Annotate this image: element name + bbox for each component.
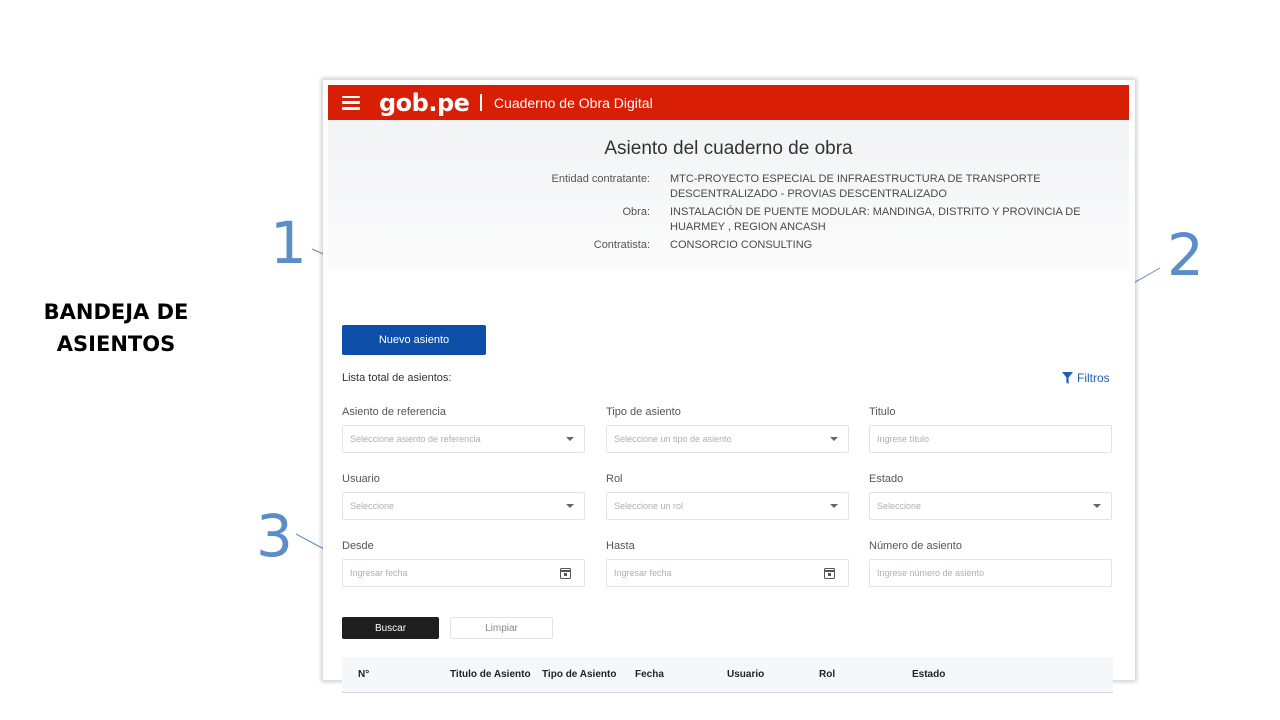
tipo-asiento-select[interactable]: Seleccione un tipo de asiento — [606, 425, 849, 453]
meta-value-contratista: CONSORCIO CONSULTING — [670, 239, 813, 251]
calendar-icon[interactable] — [560, 568, 571, 579]
usuario-select[interactable]: Seleccione — [342, 492, 585, 520]
topbar-divider — [480, 94, 482, 111]
field-label-desde: Desde — [342, 540, 374, 552]
field-label-asiento-referencia: Asiento de referencia — [342, 406, 446, 418]
column-header-rol[interactable]: Rol — [819, 669, 835, 680]
tipo-asiento-placeholder: Seleccione un tipo de asiento — [614, 434, 732, 444]
hasta-placeholder: Ingresar fecha — [614, 568, 672, 578]
meta-label-contratista: Contratista: — [593, 239, 650, 251]
search-button[interactable]: Buscar — [342, 617, 439, 639]
table-header: N° Titulo de Asiento Tipo de Asiento Fec… — [342, 657, 1113, 693]
field-label-rol: Rol — [606, 473, 623, 485]
page-title: Asiento del cuaderno de obra — [604, 138, 853, 159]
gob-pe-logo[interactable]: gob.pe — [379, 89, 470, 117]
list-total-label: Lista total de asientos: — [342, 372, 452, 384]
asiento-referencia-placeholder: Seleccione asiento de referencia — [350, 434, 481, 444]
chevron-down-icon — [566, 437, 574, 441]
column-header-tipo[interactable]: Tipo de Asiento — [542, 669, 616, 680]
callout-number-1: 1 — [270, 209, 307, 277]
calendar-icon[interactable] — [824, 568, 835, 579]
slide: BANDEJA DE ASIENTOS 1 2 3 gob.pe Cuadern… — [0, 0, 1280, 720]
filters-toggle[interactable]: Filtros — [1062, 371, 1110, 385]
numero-asiento-input[interactable]: Ingrese número de asiento — [869, 559, 1112, 587]
side-title: BANDEJA DE ASIENTOS — [43, 300, 189, 356]
chevron-down-icon — [830, 504, 838, 508]
numero-asiento-placeholder: Ingrese número de asiento — [877, 568, 985, 578]
meta-value-entidad: MTC-PROYECTO ESPECIAL DE INFRAESTRUCTURA… — [670, 173, 1041, 200]
desde-date-input[interactable]: Ingresar fecha — [342, 559, 585, 587]
hamburger-menu-icon[interactable] — [342, 95, 360, 110]
callout-number-2: 2 — [1167, 221, 1204, 289]
top-bar: gob.pe Cuaderno de Obra Digital — [328, 85, 1129, 120]
chevron-down-icon — [830, 437, 838, 441]
usuario-placeholder: Seleccione — [350, 501, 395, 511]
field-label-titulo: Titulo — [869, 406, 896, 418]
chevron-down-icon — [566, 504, 574, 508]
header-band: Asiento del cuaderno de obra Entidad con… — [328, 120, 1129, 270]
filter-icon — [1062, 372, 1073, 384]
app-window: gob.pe Cuaderno de Obra Digital Asiento … — [323, 80, 1135, 693]
column-header-usuario[interactable]: Usuario — [727, 669, 764, 680]
field-label-tipo-asiento: Tipo de asiento — [606, 406, 681, 418]
field-label-usuario: Usuario — [342, 473, 380, 485]
estado-select[interactable]: Seleccione — [869, 492, 1112, 520]
column-header-numero[interactable]: N° — [358, 669, 369, 680]
callout-number-3: 3 — [256, 502, 293, 570]
estado-placeholder: Seleccione — [877, 501, 922, 511]
rol-placeholder: Seleccione un rol — [614, 501, 684, 511]
field-label-estado: Estado — [869, 473, 904, 485]
rol-select[interactable]: Seleccione un rol — [606, 492, 849, 520]
chevron-down-icon — [1093, 504, 1101, 508]
meta-value-obra: INSTALACIÓN DE PUENTE MODULAR: MANDINGA,… — [670, 206, 1081, 233]
filters-label: Filtros — [1077, 371, 1110, 385]
new-entry-button[interactable]: Nuevo asiento — [342, 325, 486, 355]
hasta-date-input[interactable]: Ingresar fecha — [606, 559, 849, 587]
clear-button[interactable]: Limpiar — [450, 617, 553, 639]
column-header-fecha[interactable]: Fecha — [635, 669, 664, 680]
column-header-estado[interactable]: Estado — [912, 669, 945, 680]
field-label-numero-asiento: Número de asiento — [869, 540, 962, 552]
titulo-placeholder: Ingrese título — [877, 434, 930, 444]
app-title: Cuaderno de Obra Digital — [493, 94, 653, 111]
titulo-input[interactable]: Ingrese título — [869, 425, 1112, 453]
meta-label-obra: Obra: — [622, 206, 650, 218]
desde-placeholder: Ingresar fecha — [350, 568, 408, 578]
asiento-referencia-select[interactable]: Seleccione asiento de referencia — [342, 425, 585, 453]
column-header-titulo[interactable]: Titulo de Asiento — [450, 669, 531, 680]
meta-label-entidad: Entidad contratante: — [551, 173, 650, 185]
main-content: Asiento del cuaderno de obra Entidad con… — [328, 120, 1129, 693]
field-label-hasta: Hasta — [606, 540, 635, 552]
